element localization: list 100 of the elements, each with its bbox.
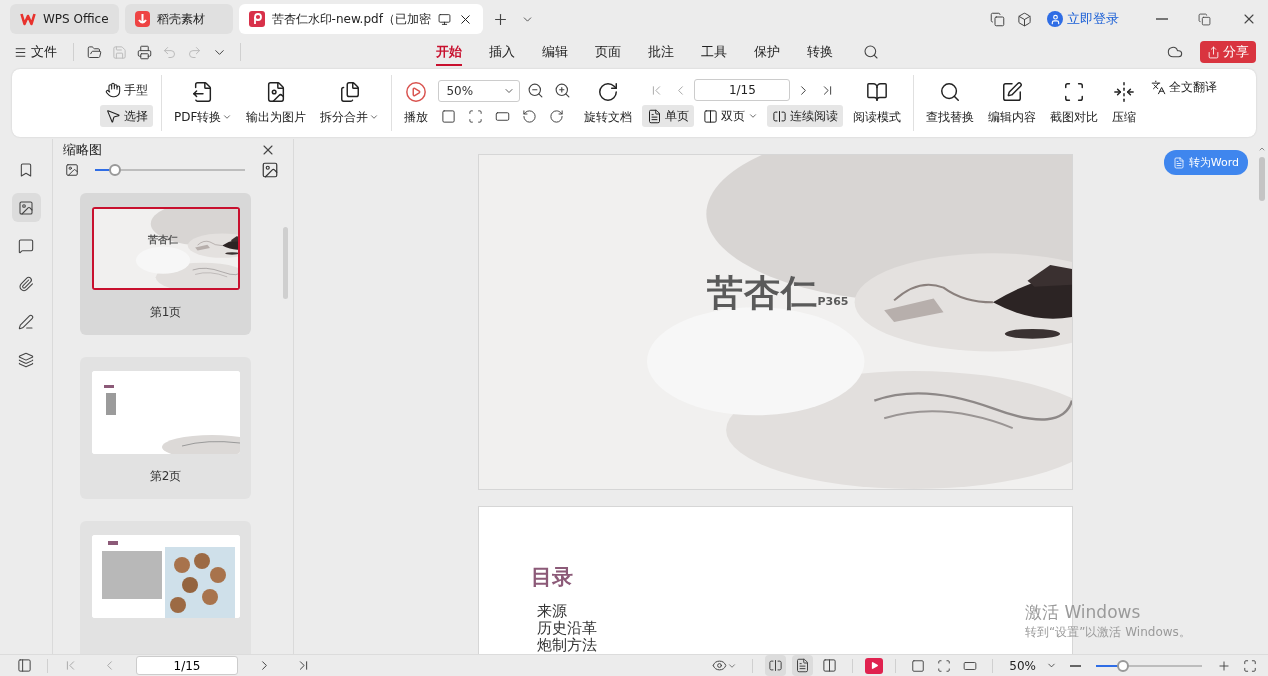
zoom-in-icon — [1217, 658, 1231, 673]
minimize-button[interactable] — [1153, 15, 1171, 23]
paperclip-icon — [18, 275, 34, 292]
zoom-in-icon — [554, 82, 572, 99]
share-button[interactable]: 分享 — [1200, 41, 1256, 63]
ribbon-tab[interactable]: 保护 — [754, 38, 780, 66]
contents-item: 炮制方法 — [536, 637, 597, 654]
ribbon-tab[interactable]: 页面 — [595, 38, 621, 66]
actual-size-icon — [441, 109, 457, 124]
scrollbar[interactable] — [1259, 157, 1265, 201]
large-image-icon — [261, 161, 279, 179]
pdf-icon — [248, 11, 265, 27]
tool-button[interactable]: 编辑内容 — [984, 80, 1041, 126]
page-thumbnail[interactable]: 苦杏仁 第1页 — [80, 193, 251, 335]
box-icon — [1017, 11, 1032, 27]
tool-button[interactable]: PDF转换 — [170, 80, 237, 126]
files-icon — [338, 80, 361, 103]
logo-icon — [134, 11, 150, 27]
tool-button[interactable]: 输出为图片 — [242, 80, 311, 126]
mode-button[interactable]: 手型 — [100, 79, 153, 101]
translate-icon — [1151, 80, 1167, 95]
panel-title: 缩略图 — [63, 141, 102, 159]
bookmark-icon — [18, 161, 34, 178]
tool-button[interactable]: 截图对比 — [1046, 80, 1103, 126]
contents-heading: 目录 — [530, 564, 573, 591]
pointer-icon — [105, 108, 121, 124]
play-button[interactable]: 播放 — [400, 80, 433, 126]
menu-icon — [14, 45, 27, 59]
file-menu[interactable]: 文件 — [14, 43, 63, 61]
chevron-down-icon — [748, 111, 759, 121]
ribbon-tab[interactable]: 插入 — [489, 38, 515, 66]
login-link[interactable]: 立即登录 — [1047, 10, 1119, 28]
page-thumbnail[interactable]: 第2页 — [80, 357, 251, 499]
cloud-icon — [1167, 44, 1183, 60]
search-icon — [939, 80, 962, 103]
ribbon-tab[interactable]: 工具 — [701, 38, 727, 66]
view-mode-button[interactable]: 单页 — [642, 105, 695, 127]
view-mode-button[interactable] — [765, 655, 787, 676]
continuous-icon — [772, 108, 788, 124]
share-icon — [1207, 45, 1220, 59]
mode-button[interactable]: 选择 — [100, 105, 153, 127]
fit-page-icon — [937, 658, 952, 673]
book-icon — [866, 80, 889, 103]
tool-button[interactable]: 查找替换 — [922, 80, 979, 126]
actual-size-icon — [911, 658, 926, 673]
tool-button[interactable]: 拆分合并 — [316, 80, 384, 126]
open-icon — [87, 44, 102, 60]
sidebar-tab[interactable] — [11, 193, 41, 222]
continuous-icon — [768, 658, 784, 673]
page-number-field[interactable]: 1/15 — [694, 79, 791, 101]
zoom-select[interactable]: 50% — [438, 79, 521, 102]
contents-item: 来源 — [536, 603, 567, 620]
search-icon — [863, 44, 879, 60]
ribbon-tab[interactable]: 开始 — [436, 38, 462, 66]
scrollbar[interactable] — [283, 227, 288, 299]
convert-to-word-button[interactable]: 转为Word — [1163, 150, 1248, 175]
hand-icon — [105, 82, 121, 98]
user-icon — [1047, 11, 1063, 27]
undo-icon — [162, 44, 177, 60]
chevron-down-icon — [222, 112, 233, 122]
restore-icon — [1198, 12, 1211, 26]
rotate-button[interactable]: 旋转文档 — [580, 80, 637, 126]
ribbon-tab[interactable]: 批注 — [648, 38, 674, 66]
document-tab[interactable]: WPS Office — [10, 4, 119, 34]
zoom-slider[interactable] — [1096, 659, 1202, 672]
minimize-icon — [1156, 18, 1168, 20]
thumbnail-title: 苦杏仁 — [147, 233, 178, 247]
eye-icon — [712, 658, 728, 673]
size-slider[interactable] — [95, 164, 245, 176]
ribbon-tab[interactable]: 转换 — [807, 38, 833, 66]
scroll-up-icon — [1258, 145, 1266, 153]
rotate-icon — [597, 80, 620, 103]
view-mode-button[interactable]: 连续阅读 — [767, 105, 844, 127]
comment-icon — [18, 237, 34, 254]
single-page-icon — [647, 108, 663, 124]
print-icon — [137, 44, 152, 60]
play-button[interactable] — [865, 657, 884, 674]
chevron-down-icon — [369, 112, 380, 122]
translate-button[interactable]: 全文翻译 — [1146, 76, 1223, 99]
reading-mode-button[interactable]: 阅读模式 — [849, 80, 906, 126]
double-page-icon — [703, 108, 719, 124]
rotate-left-icon — [522, 109, 538, 124]
tool-button[interactable]: 压缩 — [1108, 80, 1141, 126]
zoom-select[interactable]: 50% — [1005, 658, 1061, 673]
single-page-icon — [795, 658, 811, 673]
compress-icon — [1113, 80, 1136, 103]
zoom-out-icon — [527, 82, 545, 99]
page-number-field[interactable]: 1/15 — [136, 656, 238, 675]
view-mode-button[interactable] — [792, 655, 814, 676]
double-page-icon — [822, 658, 838, 673]
page-thumbnail[interactable] — [80, 521, 251, 654]
view-mode-button[interactable]: 双页 — [698, 105, 764, 127]
small-image-icon — [65, 163, 79, 177]
ribbon-tab[interactable]: 编辑 — [542, 38, 568, 66]
rotate-right-icon — [549, 109, 565, 124]
zoom-out-icon — [1070, 664, 1081, 667]
page-label: 第1页 — [149, 304, 182, 321]
document-tab[interactable]: 苦杏仁水印-new.pdf（已加密 — [238, 4, 483, 34]
document-tab[interactable]: 稻壳素材 — [124, 4, 233, 34]
activation-title: 激活 Windows — [1025, 601, 1141, 624]
